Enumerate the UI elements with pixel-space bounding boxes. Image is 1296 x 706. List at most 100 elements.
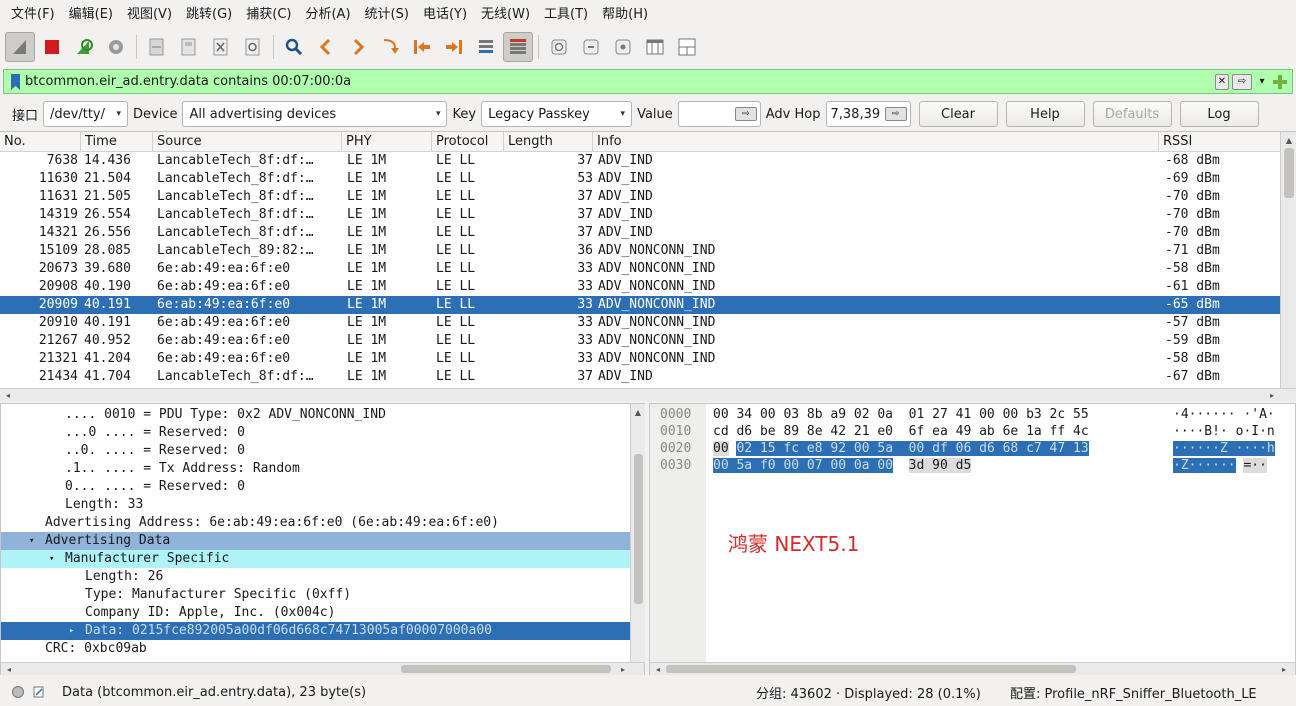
column-header-protocol[interactable]: Protocol — [432, 132, 504, 151]
menu-go[interactable]: 跳转(G) — [179, 0, 239, 30]
open-file-icon[interactable] — [142, 32, 172, 62]
colorize-icon[interactable] — [503, 32, 533, 62]
filter-bookmark-icon[interactable] — [7, 72, 23, 92]
scroll-up-icon[interactable]: ▲ — [632, 406, 644, 418]
packet-row[interactable]: 15109 28.085 LancableTech_89:82:… LE 1M LE L… — [0, 242, 1280, 260]
defaults-button[interactable]: Defaults — [1092, 101, 1172, 127]
key-combo[interactable]: Legacy Passkey ▾ — [481, 101, 633, 127]
resize-columns-icon[interactable] — [640, 32, 670, 62]
restart-capture-icon[interactable] — [69, 32, 99, 62]
close-file-icon[interactable] — [206, 32, 236, 62]
menu-wireless[interactable]: 无线(W) — [474, 0, 537, 30]
expand-chevron-right-icon[interactable]: ▸ — [69, 622, 74, 640]
normal-size-icon[interactable] — [608, 32, 638, 62]
detail-tree-item[interactable]: Length: 26 — [1, 568, 631, 586]
scroll-left-icon[interactable]: ◂ — [2, 389, 14, 401]
bytes-horizontal-scrollbar[interactable]: ◂ ▸ — [650, 662, 1295, 675]
details-horizontal-scrollbar[interactable]: ◂ ▸ — [1, 662, 644, 675]
stop-capture-icon[interactable] — [37, 32, 67, 62]
menu-help[interactable]: 帮助(H) — [595, 0, 655, 30]
ascii-line[interactable]: ·Z······ =·· — [1173, 457, 1283, 474]
layout-icon[interactable] — [672, 32, 702, 62]
expert-info-icon[interactable] — [12, 686, 24, 698]
interface-combo[interactable]: /dev/tty/ ▾ — [43, 101, 129, 127]
value-input[interactable]: ⇨ — [677, 101, 761, 127]
column-header-no[interactable]: No. — [0, 132, 81, 151]
clear-filter-icon[interactable]: ✕ — [1215, 73, 1229, 90]
detail-tree-item[interactable]: .... 0010 = PDU Type: 0x2 ADV_NONCONN_IN… — [1, 406, 631, 424]
apply-advhop-icon[interactable]: ⇨ — [884, 107, 907, 121]
scroll-left-icon[interactable]: ◂ — [652, 663, 664, 675]
filter-history-chevron-down-icon[interactable]: ▾ — [1255, 74, 1269, 90]
detail-tree-item[interactable]: Type: Manufacturer Specific (0xff) — [1, 586, 631, 604]
go-forward-icon[interactable] — [343, 32, 373, 62]
column-header-info[interactable]: Info — [593, 132, 1159, 151]
device-combo[interactable]: All advertising devices ▾ — [182, 101, 448, 127]
scroll-thumb[interactable] — [1284, 148, 1294, 198]
go-first-icon[interactable] — [407, 32, 437, 62]
go-back-icon[interactable] — [311, 32, 341, 62]
go-to-packet-icon[interactable] — [375, 32, 405, 62]
detail-tree-item[interactable]: Length: 33 — [1, 496, 631, 514]
packet-row[interactable]: 21434 41.704 LancableTech_8f:df:… LE 1M LE L… — [0, 368, 1280, 386]
ascii-line[interactable]: ······Z ····h — [1173, 440, 1283, 457]
hex-bytes-line[interactable]: 00 5a f0 00 07 00 0a 00 3d 90 d5 — [713, 457, 972, 474]
display-filter-input[interactable]: btcommon.eir_ad.entry.data contains 00:0… — [23, 74, 1215, 89]
reload-file-icon[interactable] — [238, 32, 268, 62]
detail-tree-item[interactable]: 0... .... = Reserved: 0 — [1, 478, 631, 496]
scroll-thumb[interactable] — [666, 665, 1076, 673]
ascii-line[interactable]: ····B!· o·I·n — [1173, 423, 1283, 440]
scroll-right-icon[interactable]: ▸ — [1278, 663, 1290, 675]
detail-tree-item[interactable]: ▾ Manufacturer Specific — [1, 550, 631, 568]
detail-tree-item[interactable]: ▸ Data: 0215fce892005a00df06d668c74713005… — [1, 622, 631, 640]
packet-row[interactable]: 21267 40.952 6e:ab:49:ea:6f:e0 LE 1M LE LL 33… — [0, 332, 1280, 350]
detail-tree-item[interactable]: CRC: 0xbc09ab — [1, 640, 631, 658]
menu-capture[interactable]: 捕获(C) — [239, 0, 298, 30]
scroll-thumb[interactable] — [401, 665, 611, 673]
packet-row[interactable]: 14319 26.554 LancableTech_8f:df:… LE 1M LE L… — [0, 206, 1280, 224]
menu-analyze[interactable]: 分析(A) — [298, 0, 357, 30]
packet-list-vertical-scrollbar[interactable]: ▲ — [1280, 132, 1296, 389]
go-last-icon[interactable] — [439, 32, 469, 62]
scroll-thumb[interactable] — [634, 454, 643, 604]
column-header-time[interactable]: Time — [81, 132, 153, 151]
find-packet-icon[interactable] — [279, 32, 309, 62]
zoom-in-icon[interactable] — [544, 32, 574, 62]
menu-statistics[interactable]: 统计(S) — [358, 0, 416, 30]
packet-row[interactable]: 20909 40.191 6e:ab:49:ea:6f:e0 LE 1M LE LL 33… — [0, 296, 1280, 314]
menu-tools[interactable]: 工具(T) — [537, 0, 595, 30]
expand-chevron-down-icon[interactable]: ▾ — [29, 532, 34, 550]
packet-list-horizontal-scrollbar[interactable]: ◂ ▸ — [0, 388, 1296, 401]
log-button[interactable]: Log — [1179, 101, 1259, 127]
packet-row[interactable]: 21321 41.204 6e:ab:49:ea:6f:e0 LE 1M LE LL 33… — [0, 350, 1280, 368]
clear-button[interactable]: Clear — [918, 101, 998, 127]
packet-row[interactable]: 20673 39.680 6e:ab:49:ea:6f:e0 LE 1M LE LL 33… — [0, 260, 1280, 278]
menu-telephony[interactable]: 电话(Y) — [416, 0, 474, 30]
menu-edit[interactable]: 编辑(E) — [62, 0, 120, 30]
apply-value-icon[interactable]: ⇨ — [734, 107, 757, 121]
details-vertical-scrollbar[interactable]: ▲ — [630, 404, 645, 662]
detail-tree-item[interactable]: ▾ Advertising Data — [1, 532, 631, 550]
zoom-out-icon[interactable] — [576, 32, 606, 62]
shark-fin-start-icon[interactable] — [5, 32, 35, 62]
menu-view[interactable]: 视图(V) — [120, 0, 179, 30]
hex-bytes-line[interactable]: 00 02 15 fc e8 92 00 5a 00 df 06 d6 68 c… — [713, 440, 1089, 457]
edit-comment-icon[interactable] — [32, 685, 46, 699]
hex-bytes-line[interactable]: 00 34 00 03 8b a9 02 0a 01 27 41 00 00 b… — [713, 406, 1089, 423]
help-button[interactable]: Help — [1005, 101, 1085, 127]
status-profile[interactable]: 配置: Profile_nRF_Sniffer_Bluetooth_LE — [1010, 683, 1257, 702]
ascii-line[interactable]: ·4······ ·'A· — [1173, 406, 1283, 423]
packet-row[interactable]: 14321 26.556 LancableTech_8f:df:… LE 1M LE L… — [0, 224, 1280, 242]
detail-tree-item[interactable]: ...0 .... = Reserved: 0 — [1, 424, 631, 442]
advhop-input[interactable]: 7,38,39 ⇨ — [825, 101, 911, 127]
scroll-right-icon[interactable]: ▸ — [1266, 389, 1278, 401]
packet-row[interactable]: 11631 21.505 LancableTech_8f:df:… LE 1M LE L… — [0, 188, 1280, 206]
packet-row[interactable]: 20910 40.191 6e:ab:49:ea:6f:e0 LE 1M LE LL 33… — [0, 314, 1280, 332]
packet-row[interactable]: 11630 21.504 LancableTech_8f:df:… LE 1M LE L… — [0, 170, 1280, 188]
scroll-up-icon[interactable]: ▲ — [1283, 134, 1295, 146]
capture-options-icon[interactable] — [101, 32, 131, 62]
detail-tree-item[interactable]: ..0. .... = Reserved: 0 — [1, 442, 631, 460]
menu-file[interactable]: 文件(F) — [4, 0, 62, 30]
packet-row[interactable]: 7638 14.436 LancableTech_8f:df:… LE 1M LE LL… — [0, 152, 1280, 170]
detail-tree-item[interactable]: .1.. .... = Tx Address: Random — [1, 460, 631, 478]
